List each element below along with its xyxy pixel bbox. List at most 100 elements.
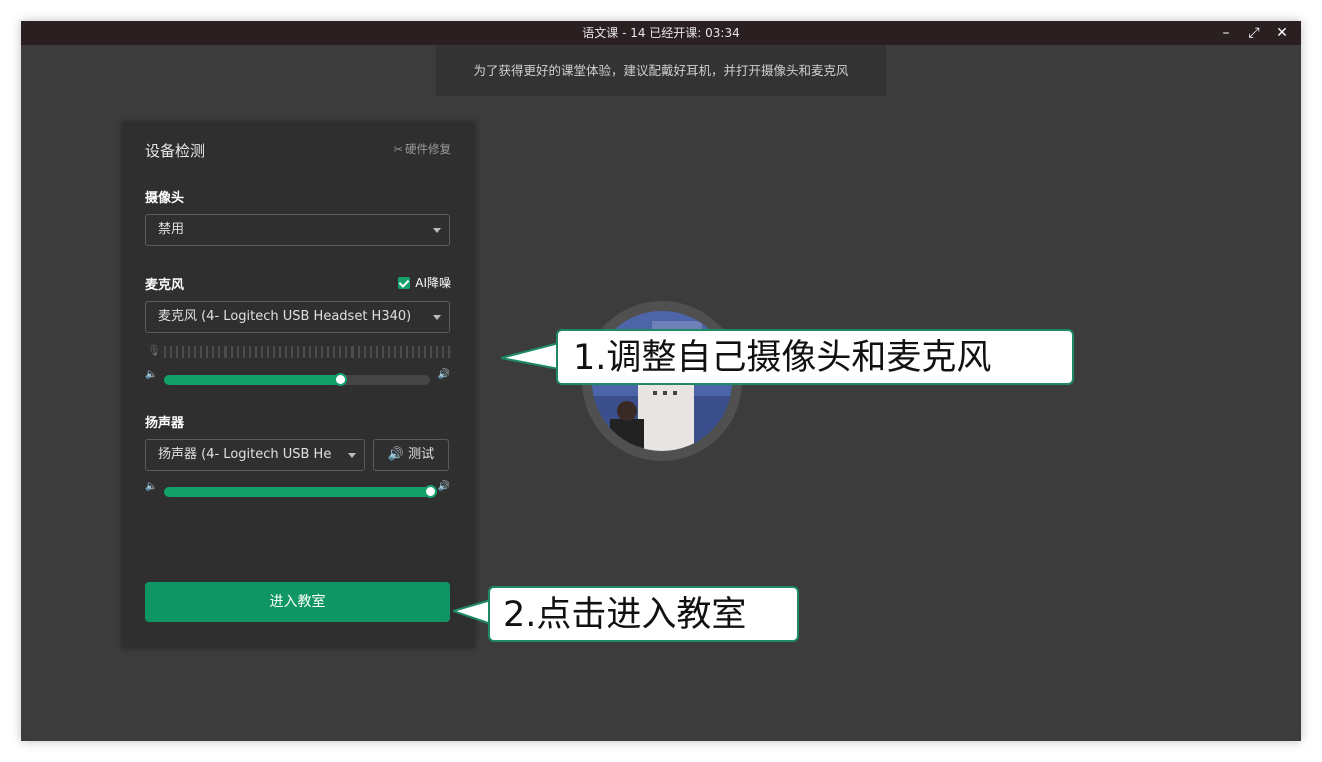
mic-level-bar [369, 346, 372, 358]
app-window: 语文课 - 14 已经开课: 03:34 – ⤢ ✕ 为了获得更好的课堂体验，建… [21, 21, 1301, 741]
mic-level-bar [351, 346, 354, 358]
enter-classroom-button[interactable]: 进入教室 [145, 582, 450, 622]
mic-level-bar [188, 346, 191, 358]
volume-high-icon: 🔊 [437, 369, 450, 380]
speaker-select-value: 扬声器 (4- Logitech USB He [158, 447, 332, 462]
hardware-repair-button[interactable]: ✂ 硬件修复 [394, 141, 451, 157]
mic-level-bar [164, 346, 167, 358]
tip-banner: 为了获得更好的课堂体验，建议配戴好耳机，并打开摄像头和麦克风 [436, 45, 886, 96]
mic-level-bar [176, 346, 179, 358]
speaker-test-button[interactable]: 🔊 测试 [373, 439, 449, 471]
mic-level-bar [417, 346, 421, 358]
mic-level-bar [339, 346, 342, 358]
wrench-icon: ✂ [393, 143, 403, 156]
microphone-select[interactable]: 麦克风 (4- Logitech USB Headset H340) [145, 301, 450, 333]
mic-level-bar [424, 346, 427, 358]
speaker-select[interactable]: 扬声器 (4- Logitech USB He [145, 439, 365, 471]
camera-select[interactable]: 禁用 [145, 214, 450, 246]
speaker-volume-slider[interactable]: 🔈 🔊 [145, 481, 450, 498]
restore-button[interactable]: ⤢ [1241, 21, 1267, 45]
minimize-button[interactable]: – [1213, 21, 1239, 45]
mic-level-bar [399, 346, 402, 358]
speaker-icon: 🔊 [387, 447, 405, 462]
camera-select-value: 禁用 [158, 222, 185, 237]
mic-level-bar [442, 346, 445, 358]
mic-level-bar [260, 346, 263, 358]
mic-level-bar [266, 346, 269, 358]
hardware-repair-label: 硬件修复 [405, 142, 451, 156]
callout-step1: 1.调整自己摄像头和麦克风 [501, 329, 1076, 387]
callout-step1-text: 1.调整自己摄像头和麦克风 [556, 329, 1074, 385]
microphone-icon: 🎙 [147, 344, 161, 357]
mic-level-bar [309, 346, 312, 358]
mic-level-bar [297, 346, 300, 358]
mic-volume-slider[interactable]: 🔈 🔊 [145, 369, 450, 386]
mic-level-bar [242, 346, 245, 358]
mic-level-bar [212, 346, 215, 358]
mic-level-bar [290, 346, 294, 358]
mic-level-bar [206, 346, 209, 358]
title-bar: 语文课 - 14 已经开课: 03:34 – ⤢ ✕ [21, 21, 1301, 45]
mic-level-bar [393, 346, 396, 358]
mic-volume-track[interactable] [164, 373, 430, 386]
mic-level-bar [381, 346, 384, 358]
mic-level-bar [363, 346, 366, 358]
mic-volume-handle[interactable] [333, 373, 347, 386]
mic-level-bar [272, 346, 275, 358]
speaker-label: 扬声器 [145, 416, 185, 431]
speaker-volume-track[interactable] [164, 485, 437, 498]
mic-level-bar [254, 346, 257, 358]
mic-level-bar [278, 346, 281, 358]
panel-title: 设备检测 [145, 142, 206, 160]
microphone-label: 麦克风 [145, 278, 185, 293]
chevron-down-icon [433, 315, 441, 320]
mic-level-bar [284, 346, 287, 358]
mic-level-bar [448, 346, 451, 358]
ai-noise-checkbox[interactable]: AI降噪 [398, 274, 451, 291]
mic-level-bar [327, 346, 330, 358]
volume-high-icon: 🔊 [437, 481, 450, 492]
close-button[interactable]: ✕ [1269, 21, 1295, 45]
device-check-panel: 设备检测 ✂ 硬件修复 摄像头 禁用 麦克风 AI降噪 麦克风 (4- Logit… [122, 122, 475, 648]
mic-level-bar [405, 346, 408, 358]
mic-level-bar [357, 346, 360, 358]
mic-level-bar [200, 346, 203, 358]
mic-level-bar [387, 346, 390, 358]
mic-level-bar [333, 346, 336, 358]
mic-level-bar [315, 346, 318, 358]
mic-level-bar [224, 346, 227, 358]
window-title: 语文课 - 14 已经开课: 03:34 [582, 26, 740, 40]
mic-level-bars [164, 346, 451, 358]
mic-level-bar [411, 346, 414, 358]
chevron-down-icon [348, 453, 356, 458]
mic-level-bar [170, 346, 173, 358]
callout-pointer [501, 341, 560, 369]
mic-level-bar [345, 346, 348, 358]
microphone-select-value: 麦克风 (4- Logitech USB Headset H340) [158, 309, 412, 324]
mic-input-level-meter: 🎙 [145, 344, 451, 358]
mic-level-bar [375, 346, 378, 358]
mic-level-bar [303, 346, 306, 358]
speaker-volume-handle[interactable] [424, 485, 437, 498]
mic-volume-fill [164, 375, 340, 385]
speaker-test-label: 测试 [408, 447, 435, 462]
mic-level-bar [321, 346, 324, 358]
ai-noise-label: AI降噪 [415, 276, 451, 290]
camera-label: 摄像头 [145, 191, 185, 206]
mic-level-bar [430, 346, 433, 358]
chevron-down-icon [433, 228, 441, 233]
mic-level-bar [230, 346, 233, 358]
callout-step2: 2.点击进入教室 [453, 586, 801, 644]
callout-step2-text: 2.点击进入教室 [488, 586, 799, 642]
mic-level-bar [182, 346, 185, 358]
volume-low-icon: 🔈 [145, 481, 158, 492]
mic-level-bar [194, 346, 197, 358]
checkbox-checked-icon [398, 277, 411, 289]
volume-low-icon: 🔈 [145, 369, 158, 380]
mic-level-bar [218, 346, 221, 358]
mic-level-bar [236, 346, 239, 358]
speaker-volume-fill [164, 487, 430, 497]
mic-level-bar [248, 346, 251, 358]
callout-pointer [453, 598, 492, 626]
mic-level-bar [436, 346, 439, 358]
